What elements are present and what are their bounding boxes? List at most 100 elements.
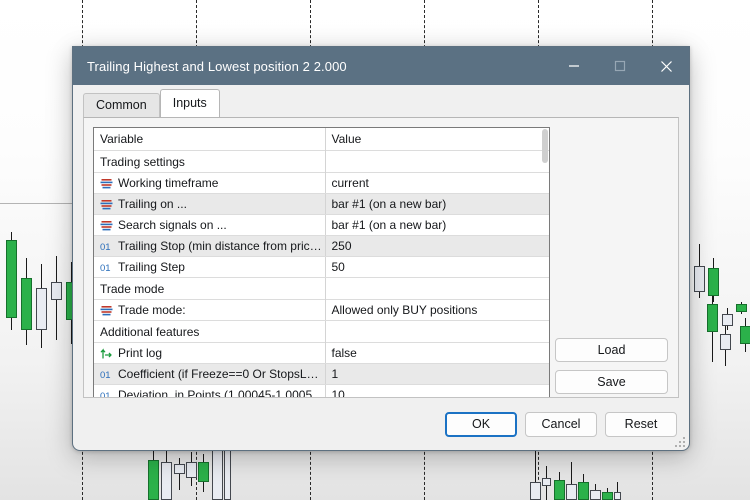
parameter-label: Coefficient (if Freeze==0 Or StopsLevel.… xyxy=(118,367,325,381)
dialog-title: Trailing Highest and Lowest position 2 2… xyxy=(87,58,347,74)
candlestick-up xyxy=(578,482,589,500)
cancel-button[interactable]: Cancel xyxy=(525,411,597,437)
table-row[interactable]: Trade mode: Allowed only BUY positions xyxy=(94,299,549,321)
candlestick-down xyxy=(51,282,62,300)
parameter-name-cell: Search signals on ... xyxy=(94,214,326,236)
resize-grip[interactable] xyxy=(675,437,685,447)
parameter-name-cell: 01 Deviation, in Points (1.00045-1.00055=… xyxy=(94,384,326,399)
integer-01-icon: 01 xyxy=(100,261,113,274)
integer-01-icon: 01 xyxy=(100,368,113,381)
parameter-value-cell[interactable]: 10 xyxy=(325,384,549,397)
parameter-label: Search signals on ... xyxy=(118,218,227,232)
enum-list-icon xyxy=(100,304,113,317)
candlestick-up xyxy=(708,268,719,296)
candlestick-up xyxy=(198,462,209,482)
parameter-name-cell: Print log xyxy=(94,342,326,364)
candlestick-down xyxy=(174,464,185,474)
table-row[interactable]: Trailing on ... bar #1 (on a new bar) xyxy=(94,193,549,215)
candlestick-down xyxy=(614,492,621,500)
minimize-button[interactable] xyxy=(551,47,597,85)
maximize-button[interactable] xyxy=(597,47,643,85)
table-group-row: Additional features xyxy=(94,320,549,343)
close-button[interactable] xyxy=(643,47,689,85)
table-row[interactable]: Search signals on ... bar #1 (on a new ba… xyxy=(94,214,549,236)
column-header-variable: Variable xyxy=(94,128,326,151)
table-row[interactable]: 01 Deviation, in Points (1.00045-1.00055=… xyxy=(94,384,549,399)
bool-arrow-icon xyxy=(100,347,113,360)
parameter-value-cell[interactable]: current xyxy=(325,172,549,194)
table-row[interactable]: Working timeframe current xyxy=(94,172,549,194)
svg-text:01: 01 xyxy=(100,391,111,399)
candlestick-up xyxy=(707,304,718,332)
preset-buttons: Load Save xyxy=(555,338,668,394)
integer-01-icon: 01 xyxy=(100,240,113,253)
parameter-value-cell[interactable]: bar #1 (on a new bar) xyxy=(325,193,549,215)
parameter-label: Working timeframe xyxy=(118,176,219,190)
svg-text:01: 01 xyxy=(100,370,111,381)
table-row[interactable]: 01 Coefficient (if Freeze==0 Or StopsLeve… xyxy=(94,363,549,385)
parameter-name-cell: Trailing on ... xyxy=(94,193,326,215)
load-button[interactable]: Load xyxy=(555,338,668,362)
candlestick-up xyxy=(554,480,565,500)
enum-list-icon xyxy=(100,219,113,232)
dialog-footer: OK Cancel Reset xyxy=(73,398,689,450)
group-label: Trading settings xyxy=(94,150,326,173)
parameter-label: Trailing on ... xyxy=(118,197,187,211)
parameter-value-cell[interactable]: 1 xyxy=(325,363,549,385)
candlestick-down xyxy=(36,288,47,330)
candlestick-down xyxy=(186,462,197,478)
reset-button[interactable]: Reset xyxy=(605,411,677,437)
group-value xyxy=(325,277,549,300)
group-value xyxy=(325,150,549,173)
tab-common[interactable]: Common xyxy=(83,93,160,118)
parameter-name-cell: 01 Trailing Step xyxy=(94,256,326,278)
candlestick-down xyxy=(720,334,731,350)
parameter-value-cell[interactable]: 50 xyxy=(325,256,549,278)
parameters-table-body: Trading settings Working timeframe current… xyxy=(94,150,549,399)
group-label: Additional features xyxy=(94,320,326,343)
parameter-label: Print log xyxy=(118,346,163,360)
tab-strip: Common Inputs xyxy=(73,89,689,118)
parameter-value-cell[interactable]: Allowed only BUY positions xyxy=(325,299,549,321)
candlestick-down xyxy=(590,490,601,500)
table-group-row: Trade mode xyxy=(94,277,549,300)
candlestick-up xyxy=(740,326,750,344)
candlestick-up xyxy=(6,240,17,318)
parameter-name-cell: Trade mode: xyxy=(94,299,326,321)
parameter-label: Trailing Step xyxy=(118,260,185,274)
candlestick-down xyxy=(694,266,705,292)
candlestick-down xyxy=(212,446,223,500)
column-header-value: Value xyxy=(325,128,549,151)
table-row[interactable]: Print log false xyxy=(94,342,549,364)
save-button[interactable]: Save xyxy=(555,370,668,394)
indicator-properties-dialog: Trailing Highest and Lowest position 2 2… xyxy=(72,46,690,451)
group-label: Trade mode xyxy=(94,277,326,300)
inputs-tab-panel: Variable Value Trading settings Working t… xyxy=(83,117,679,398)
enum-list-icon xyxy=(100,198,113,211)
parameter-name-cell: Working timeframe xyxy=(94,172,326,194)
group-value xyxy=(325,320,549,343)
parameter-value-cell[interactable]: false xyxy=(325,342,549,364)
enum-list-icon xyxy=(100,177,113,190)
parameter-value-cell[interactable]: bar #1 (on a new bar) xyxy=(325,214,549,236)
parameter-name-cell: 01 Coefficient (if Freeze==0 Or StopsLeve… xyxy=(94,363,326,385)
candle-wick xyxy=(179,458,180,490)
dialog-titlebar[interactable]: Trailing Highest and Lowest position 2 2… xyxy=(73,47,689,85)
parameter-value-cell[interactable]: 250 xyxy=(325,235,549,257)
integer-01-icon: 01 xyxy=(100,389,113,399)
candlestick-down xyxy=(542,478,551,486)
screen: Trailing Highest and Lowest position 2 2… xyxy=(0,0,750,500)
candlestick-up xyxy=(602,492,613,500)
parameter-label: Deviation, in Points (1.00045-1.00055=..… xyxy=(118,388,325,398)
parameter-label: Trailing Stop (min distance from price t… xyxy=(118,239,325,253)
table-row[interactable]: 01 Trailing Stop (min distance from price… xyxy=(94,235,549,257)
parameters-table-container: Variable Value Trading settings Working t… xyxy=(93,127,550,399)
svg-text:01: 01 xyxy=(100,263,111,274)
candlestick-up xyxy=(148,460,159,500)
vertical-scrollbar-thumb[interactable] xyxy=(542,129,548,163)
table-row[interactable]: 01 Trailing Step 50 xyxy=(94,256,549,278)
candlestick-down xyxy=(224,448,231,500)
parameter-label: Trade mode: xyxy=(118,303,186,317)
ok-button[interactable]: OK xyxy=(445,411,517,437)
tab-inputs[interactable]: Inputs xyxy=(159,89,220,117)
